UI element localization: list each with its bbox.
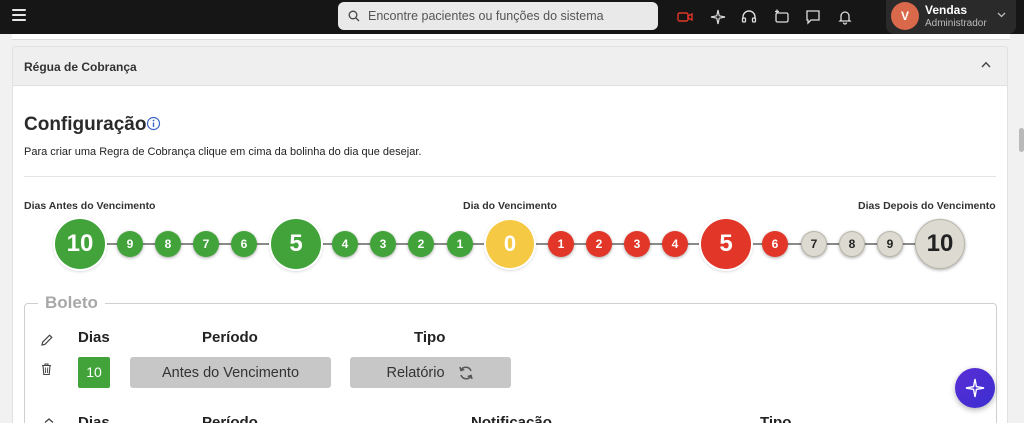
column-header-dias: Dias [78,329,110,346]
timeline-dot-grey-9[interactable]: 9 [877,231,903,257]
label-due-day: Dia do Vencimento [463,200,557,212]
timeline-dot-green-5[interactable]: 5 [271,219,321,269]
timeline-dot-red-3[interactable]: 3 [624,231,650,257]
column-header-periodo-2: Período [202,414,258,423]
timeline-dot-green-8[interactable]: 8 [155,231,181,257]
avatar: V [891,2,919,30]
sparkle-icon [965,378,985,398]
divider [24,176,996,177]
timeline-dot-green-4[interactable]: 4 [332,231,358,257]
search-icon [348,10,360,22]
refresh-icon [458,365,473,380]
timeline-dot-green-3[interactable]: 3 [370,231,396,257]
timeline-dot-grey-7[interactable]: 7 [801,231,827,257]
previous-card-edge [12,34,1010,40]
label-days-before: Dias Antes do Vencimento [24,200,156,212]
chevron-down-icon [997,12,1006,18]
boleto-legend: Boleto [38,293,105,313]
video-camera-icon[interactable] [676,8,694,26]
user-name: Vendas [925,3,968,17]
user-role: Administrador [925,18,987,29]
timeline-dot-red-5[interactable]: 5 [701,219,751,269]
column-header-notificacao: Notificação [471,414,552,423]
timeline-dot-red-2[interactable]: 2 [586,231,612,257]
user-menu[interactable]: V Vendas Administrador [886,0,1016,34]
timeline-dot-grey-8[interactable]: 8 [839,231,865,257]
timeline-dot-green-1[interactable]: 1 [447,231,473,257]
bell-icon[interactable] [836,8,854,26]
rule-days-badge: 10 [78,357,110,388]
timeline-dot-green-10[interactable]: 10 [55,219,105,269]
timeline-dot-green-7[interactable]: 7 [193,231,219,257]
section-title: Régua de Cobrança [24,60,137,74]
pencil-icon[interactable] [40,333,54,347]
config-description: Para criar uma Regra de Cobrança clique … [24,146,422,158]
timeline-dot-red-4[interactable]: 4 [662,231,688,257]
top-bar: V Vendas Administrador [0,0,1024,34]
timeline-dot-red-1[interactable]: 1 [548,231,574,257]
scrollbar-thumb[interactable] [1019,128,1024,152]
trash-icon[interactable] [40,362,53,376]
new-chat-icon[interactable] [773,8,791,26]
column-header-tipo-2: Tipo [760,414,792,423]
timeline-dot-green-2[interactable]: 2 [408,231,434,257]
timeline-dot-yellow-0[interactable]: 0 [486,220,534,268]
rule-period-label: Antes do Vencimento [161,364,300,381]
assistant-fab-button[interactable] [955,368,995,408]
timeline-dot-green-6[interactable]: 6 [231,231,257,257]
label-days-after: Dias Depois do Vencimento [858,200,996,212]
chat-icon[interactable] [804,8,822,26]
rule-period-field[interactable]: Antes do Vencimento [130,357,331,388]
headset-icon[interactable] [740,8,758,26]
timeline-dot-green-9[interactable]: 9 [117,231,143,257]
info-icon[interactable] [146,116,161,131]
timeline-dot-red-6[interactable]: 6 [762,231,788,257]
rule-type-field[interactable]: Relatório [350,357,511,388]
search-bar[interactable] [338,2,658,30]
column-header-dias-2: Dias [78,414,110,423]
column-header-tipo: Tipo [414,329,446,346]
menu-icon[interactable] [12,9,26,21]
section-header[interactable]: Régua de Cobrança [12,46,1008,86]
rule-type-label: Relatório [386,364,445,381]
timeline-dot-grey-10[interactable]: 10 [915,219,965,269]
sparkle-icon[interactable] [709,8,727,26]
search-input[interactable] [368,7,648,25]
chevron-up-icon[interactable] [981,61,991,68]
chevron-icon[interactable] [44,418,54,423]
column-header-periodo: Período [202,329,258,346]
page-title: Configuração [24,114,147,135]
